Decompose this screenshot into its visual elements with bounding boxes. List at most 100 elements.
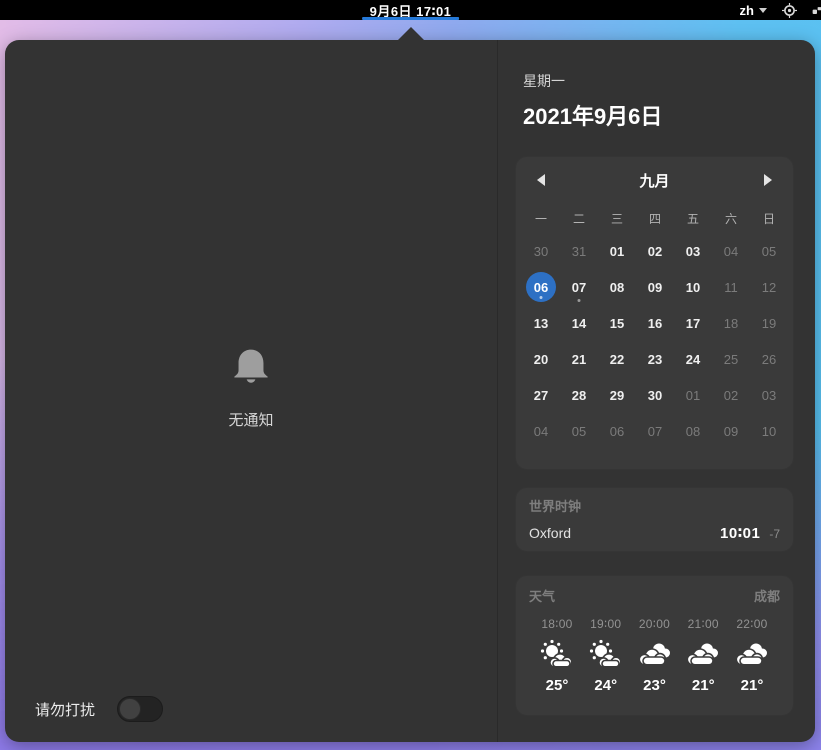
forecast-temp: 25°: [546, 677, 569, 694]
day-number: 19: [754, 308, 784, 338]
weather-hour: 19∶0024°: [583, 617, 629, 694]
top-bar: 9月6日 17∶01 zh: [0, 0, 821, 20]
calendar-day[interactable]: 15: [598, 305, 636, 341]
calendar-day[interactable]: 31: [560, 233, 598, 269]
bell-icon: [228, 342, 274, 393]
day-number: 03: [678, 236, 708, 266]
cloud-icon: [636, 635, 674, 675]
calendar-day[interactable]: 26: [750, 341, 788, 377]
notifications-panel: 无通知 请勿打扰: [5, 40, 497, 742]
day-number: 04: [716, 236, 746, 266]
calendar-day[interactable]: 19: [750, 305, 788, 341]
calendar-day[interactable]: 05: [750, 233, 788, 269]
calendar-day[interactable]: 16: [636, 305, 674, 341]
calendar-day[interactable]: 13: [522, 305, 560, 341]
no-notifications-label: 无通知: [228, 409, 273, 430]
calendar-day[interactable]: 03: [750, 377, 788, 413]
calendar-day[interactable]: 24: [674, 341, 712, 377]
calendar-day[interactable]: 18: [712, 305, 750, 341]
calendar-notifications-popup: 无通知 请勿打扰 星期一 2021年9月6日 九月 一二三四五六日 303101…: [5, 40, 815, 742]
calendar-day[interactable]: 07: [636, 413, 674, 449]
clock-menu-button[interactable]: 9月6日 17∶01: [362, 0, 460, 20]
calendar-day[interactable]: 11: [712, 269, 750, 305]
calendar-day[interactable]: 20: [522, 341, 560, 377]
day-number: 16: [640, 308, 670, 338]
day-number: 03: [754, 380, 784, 410]
calendar-day[interactable]: 14: [560, 305, 598, 341]
forecast-time: 21∶00: [688, 617, 719, 631]
day-number: 14: [564, 308, 594, 338]
day-number: 25: [716, 344, 746, 374]
calendar-day[interactable]: 10: [750, 413, 788, 449]
weather-title: 天气: [529, 586, 555, 605]
sun-cloud-icon: [538, 635, 576, 675]
calendar-day[interactable]: 09: [712, 413, 750, 449]
forecast-temp: 23°: [643, 677, 666, 694]
day-number: 18: [716, 308, 746, 338]
calendar-day[interactable]: 30: [522, 233, 560, 269]
calendar-day[interactable]: 10: [674, 269, 712, 305]
calendar-day[interactable]: 01: [674, 377, 712, 413]
calendar-day[interactable]: 08: [598, 269, 636, 305]
calendar-day[interactable]: 12: [750, 269, 788, 305]
calendar-day[interactable]: 30: [636, 377, 674, 413]
day-number: 17: [678, 308, 708, 338]
weather-hour: 18∶0025°: [534, 617, 580, 694]
system-menu-icon-partial[interactable]: [812, 3, 821, 18]
weekday-row: 一二三四五六日: [516, 205, 793, 231]
calendar-day[interactable]: 27: [522, 377, 560, 413]
calendar-day[interactable]: 29: [598, 377, 636, 413]
day-number: 02: [640, 236, 670, 266]
day-number: 21: [564, 344, 594, 374]
day-number: 11: [716, 272, 746, 302]
calendar-day[interactable]: 08: [674, 413, 712, 449]
cloud-icon: [733, 635, 771, 675]
input-source-button[interactable]: zh: [740, 3, 767, 18]
calendar-day[interactable]: 01: [598, 233, 636, 269]
day-number: 05: [754, 236, 784, 266]
weekday-label: 星期一: [523, 71, 662, 91]
day-number: 31: [564, 236, 594, 266]
day-number: 30: [640, 380, 670, 410]
calendar-day[interactable]: 03: [674, 233, 712, 269]
input-source-label: zh: [740, 3, 754, 18]
calendar-day[interactable]: 02: [636, 233, 674, 269]
world-clocks-title: 世界时钟: [529, 496, 780, 515]
dnd-toggle[interactable]: [117, 696, 163, 722]
calendar-day[interactable]: 04: [522, 413, 560, 449]
weather-widget[interactable]: 天气 成都 18∶0025°19∶0024°20∶0023°21∶0021°22…: [515, 575, 794, 716]
calendar-day[interactable]: 25: [712, 341, 750, 377]
calendar-day[interactable]: 02: [712, 377, 750, 413]
calendar-day[interactable]: 17: [674, 305, 712, 341]
world-clock-row: Oxford 10∶01 -7: [529, 524, 780, 542]
day-number: 29: [602, 380, 632, 410]
next-month-button[interactable]: [753, 165, 783, 195]
day-number: 09: [640, 272, 670, 302]
forecast-temp: 21°: [692, 677, 715, 694]
city-time: 10∶01: [720, 524, 760, 542]
calendar-day[interactable]: 22: [598, 341, 636, 377]
calendar-day[interactable]: 06: [598, 413, 636, 449]
weekday-header: 日: [750, 205, 788, 231]
world-clocks-widget[interactable]: 世界时钟 Oxford 10∶01 -7: [515, 487, 794, 552]
calendar-day[interactable]: 07: [560, 269, 598, 305]
date-label: 2021年9月6日: [523, 99, 662, 131]
do-not-disturb-row: 请勿打扰: [35, 696, 163, 722]
calendar-day-selected[interactable]: 06: [522, 269, 560, 305]
arrow-right-icon: [764, 174, 772, 186]
arrow-left-icon: [537, 174, 545, 186]
location-indicator-icon: [782, 3, 797, 18]
weather-header: 天气 成都: [529, 586, 780, 605]
forecast-time: 19∶00: [590, 617, 621, 631]
calendar-day[interactable]: 21: [560, 341, 598, 377]
calendar-day[interactable]: 28: [560, 377, 598, 413]
day-number: 27: [526, 380, 556, 410]
weekday-header: 二: [560, 205, 598, 231]
day-number: 13: [526, 308, 556, 338]
calendar-day[interactable]: 23: [636, 341, 674, 377]
prev-month-button[interactable]: [526, 165, 556, 195]
calendar-day[interactable]: 09: [636, 269, 674, 305]
event-dot: [540, 296, 543, 299]
calendar-day[interactable]: 05: [560, 413, 598, 449]
calendar-day[interactable]: 04: [712, 233, 750, 269]
